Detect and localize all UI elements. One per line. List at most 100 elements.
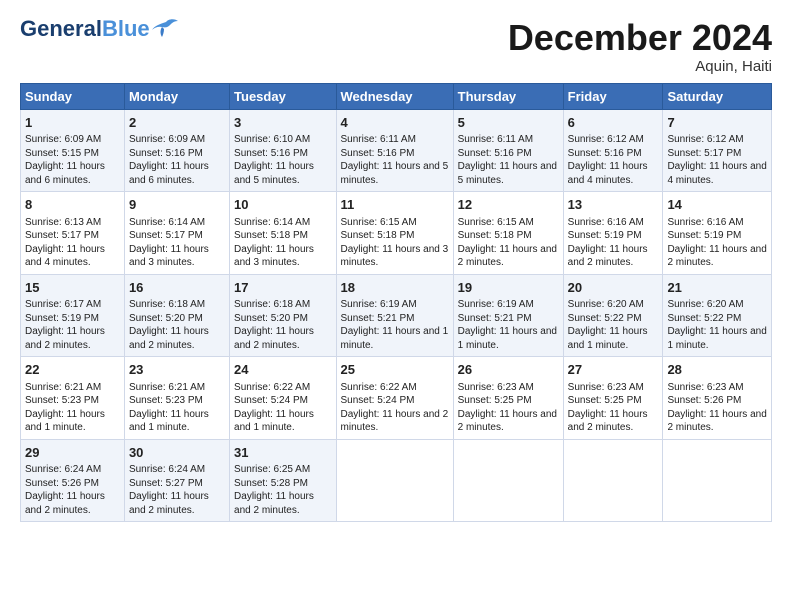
- cell-info: Sunrise: 6:20 AMSunset: 5:22 PMDaylight:…: [568, 299, 648, 351]
- header-row: Sunday Monday Tuesday Wednesday Thursday…: [21, 83, 772, 109]
- day-number: 8: [25, 196, 120, 214]
- calendar-row-1: 1Sunrise: 6:09 AMSunset: 5:15 PMDaylight…: [21, 109, 772, 192]
- col-sunday: Sunday: [21, 83, 125, 109]
- calendar-body: 1Sunrise: 6:09 AMSunset: 5:15 PMDaylight…: [21, 109, 772, 522]
- table-row: 11Sunrise: 6:15 AMSunset: 5:18 PMDayligh…: [336, 192, 453, 275]
- table-row: 6 Sunrise: 6:12 AMSunset: 5:16 PMDaylight…: [563, 109, 663, 192]
- day-number: 22: [25, 361, 120, 379]
- table-row: [563, 439, 663, 522]
- title-area: December 2024 Aquin, Haiti: [508, 18, 772, 75]
- table-row: 3Sunrise: 6:10 AMSunset: 5:16 PMDaylight…: [230, 109, 336, 192]
- cell-info: Sunrise: 6:24 AMSunset: 5:26 PMDaylight:…: [25, 464, 105, 516]
- col-monday: Monday: [124, 83, 229, 109]
- logo-text: GeneralBlue: [20, 18, 150, 40]
- day-number: 30: [129, 444, 225, 462]
- table-row: 30 Sunrise: 6:24 AMSunset: 5:27 PMDayligh…: [124, 439, 229, 522]
- table-row: 31 Sunrise: 6:25 AMSunset: 5:28 PMDayligh…: [230, 439, 336, 522]
- cell-info: Sunrise: 6:22 AMSunset: 5:24 PMDaylight:…: [234, 382, 314, 434]
- cell-info: Sunrise: 6:15 AMSunset: 5:18 PMDaylight:…: [458, 217, 557, 269]
- table-row: 28 Sunrise: 6:23 AMSunset: 5:26 PMDayligh…: [663, 357, 772, 440]
- day-number: 12: [458, 196, 559, 214]
- day-number: 21: [667, 279, 767, 297]
- calendar-row-2: 8 Sunrise: 6:13 AMSunset: 5:17 PMDaylight…: [21, 192, 772, 275]
- table-row: 18 Sunrise: 6:19 AMSunset: 5:21 PMDayligh…: [336, 274, 453, 357]
- calendar-table: Sunday Monday Tuesday Wednesday Thursday…: [20, 83, 772, 523]
- cell-info: Sunrise: 6:14 AMSunset: 5:18 PMDaylight:…: [234, 217, 314, 269]
- cell-info: Sunrise: 6:24 AMSunset: 5:27 PMDaylight:…: [129, 464, 209, 516]
- cell-info: Sunrise: 6:23 AMSunset: 5:26 PMDaylight:…: [667, 382, 766, 434]
- cell-info: Sunrise: 6:21 AMSunset: 5:23 PMDaylight:…: [129, 382, 209, 434]
- table-row: 22 Sunrise: 6:21 AMSunset: 5:23 PMDayligh…: [21, 357, 125, 440]
- month-title: December 2024: [508, 18, 772, 58]
- day-number: 18: [341, 279, 449, 297]
- cell-info: Sunrise: 6:12 AMSunset: 5:17 PMDaylight:…: [667, 134, 766, 186]
- day-number: 6: [568, 114, 659, 132]
- cell-info: Sunrise: 6:20 AMSunset: 5:22 PMDaylight:…: [667, 299, 766, 351]
- calendar-row-4: 22 Sunrise: 6:21 AMSunset: 5:23 PMDayligh…: [21, 357, 772, 440]
- table-row: [336, 439, 453, 522]
- cell-info: Sunrise: 6:17 AMSunset: 5:19 PMDaylight:…: [25, 299, 105, 351]
- table-row: 12 Sunrise: 6:15 AMSunset: 5:18 PMDayligh…: [453, 192, 563, 275]
- table-row: 5 Sunrise: 6:11 AMSunset: 5:16 PMDaylight…: [453, 109, 563, 192]
- col-thursday: Thursday: [453, 83, 563, 109]
- day-number: 27: [568, 361, 659, 379]
- cell-info: Sunrise: 6:09 AMSunset: 5:16 PMDaylight:…: [129, 134, 209, 186]
- cell-info: Sunrise: 6:25 AMSunset: 5:28 PMDaylight:…: [234, 464, 314, 516]
- calendar-row-5: 29 Sunrise: 6:24 AMSunset: 5:26 PMDayligh…: [21, 439, 772, 522]
- day-number: 16: [129, 279, 225, 297]
- day-number: 24: [234, 361, 331, 379]
- cell-info: Sunrise: 6:23 AMSunset: 5:25 PMDaylight:…: [458, 382, 557, 434]
- day-number: 14: [667, 196, 767, 214]
- cell-info: Sunrise: 6:16 AMSunset: 5:19 PMDaylight:…: [568, 217, 648, 269]
- day-number: 10: [234, 196, 331, 214]
- table-row: 15 Sunrise: 6:17 AMSunset: 5:19 PMDayligh…: [21, 274, 125, 357]
- cell-info: Sunrise: 6:11 AMSunset: 5:16 PMDaylight:…: [341, 134, 449, 186]
- cell-info: Sunrise: 6:16 AMSunset: 5:19 PMDaylight:…: [667, 217, 766, 269]
- table-row: [663, 439, 772, 522]
- day-number: 7: [667, 114, 767, 132]
- cell-info: Sunrise: 6:19 AMSunset: 5:21 PMDaylight:…: [341, 299, 449, 351]
- table-row: 14 Sunrise: 6:16 AMSunset: 5:19 PMDayligh…: [663, 192, 772, 275]
- table-row: 19Sunrise: 6:19 AMSunset: 5:21 PMDayligh…: [453, 274, 563, 357]
- table-row: 10 Sunrise: 6:14 AMSunset: 5:18 PMDayligh…: [230, 192, 336, 275]
- cell-info: Sunrise: 6:11 AMSunset: 5:16 PMDaylight:…: [458, 134, 557, 186]
- day-number: 26: [458, 361, 559, 379]
- cell-info: Sunrise: 6:09 AMSunset: 5:15 PMDaylight:…: [25, 134, 105, 186]
- cell-info: Sunrise: 6:23 AMSunset: 5:25 PMDaylight:…: [568, 382, 648, 434]
- table-row: 24 Sunrise: 6:22 AMSunset: 5:24 PMDayligh…: [230, 357, 336, 440]
- day-number: 17: [234, 279, 331, 297]
- table-row: 8 Sunrise: 6:13 AMSunset: 5:17 PMDaylight…: [21, 192, 125, 275]
- cell-info: Sunrise: 6:18 AMSunset: 5:20 PMDaylight:…: [234, 299, 314, 351]
- table-row: 25 Sunrise: 6:22 AMSunset: 5:24 PMDayligh…: [336, 357, 453, 440]
- table-row: 13 Sunrise: 6:16 AMSunset: 5:19 PMDayligh…: [563, 192, 663, 275]
- cell-info: Sunrise: 6:12 AMSunset: 5:16 PMDaylight:…: [568, 134, 648, 186]
- col-tuesday: Tuesday: [230, 83, 336, 109]
- cell-info: Sunrise: 6:15 AMSunset: 5:18 PMDaylight:…: [341, 217, 449, 269]
- col-friday: Friday: [563, 83, 663, 109]
- day-number: 25: [341, 361, 449, 379]
- cell-info: Sunrise: 6:22 AMSunset: 5:24 PMDaylight:…: [341, 382, 449, 434]
- day-number: 15: [25, 279, 120, 297]
- logo: GeneralBlue: [20, 18, 180, 40]
- page: GeneralBlue December 2024 Aquin, Haiti S…: [0, 0, 792, 532]
- table-row: [453, 439, 563, 522]
- day-number: 2: [129, 114, 225, 132]
- table-row: 1Sunrise: 6:09 AMSunset: 5:15 PMDaylight…: [21, 109, 125, 192]
- table-row: 27 Sunrise: 6:23 AMSunset: 5:25 PMDayligh…: [563, 357, 663, 440]
- calendar-row-3: 15 Sunrise: 6:17 AMSunset: 5:19 PMDayligh…: [21, 274, 772, 357]
- cell-info: Sunrise: 6:21 AMSunset: 5:23 PMDaylight:…: [25, 382, 105, 434]
- day-number: 31: [234, 444, 331, 462]
- table-row: 21 Sunrise: 6:20 AMSunset: 5:22 PMDayligh…: [663, 274, 772, 357]
- day-number: 9: [129, 196, 225, 214]
- table-row: 2 Sunrise: 6:09 AMSunset: 5:16 PMDaylight…: [124, 109, 229, 192]
- day-number: 5: [458, 114, 559, 132]
- day-number: 29: [25, 444, 120, 462]
- location: Aquin, Haiti: [508, 58, 772, 75]
- day-number: 28: [667, 361, 767, 379]
- table-row: 4Sunrise: 6:11 AMSunset: 5:16 PMDaylight…: [336, 109, 453, 192]
- day-number: 3: [234, 114, 331, 132]
- table-row: 23Sunrise: 6:21 AMSunset: 5:23 PMDayligh…: [124, 357, 229, 440]
- table-row: 29 Sunrise: 6:24 AMSunset: 5:26 PMDayligh…: [21, 439, 125, 522]
- day-number: 13: [568, 196, 659, 214]
- cell-info: Sunrise: 6:13 AMSunset: 5:17 PMDaylight:…: [25, 217, 105, 269]
